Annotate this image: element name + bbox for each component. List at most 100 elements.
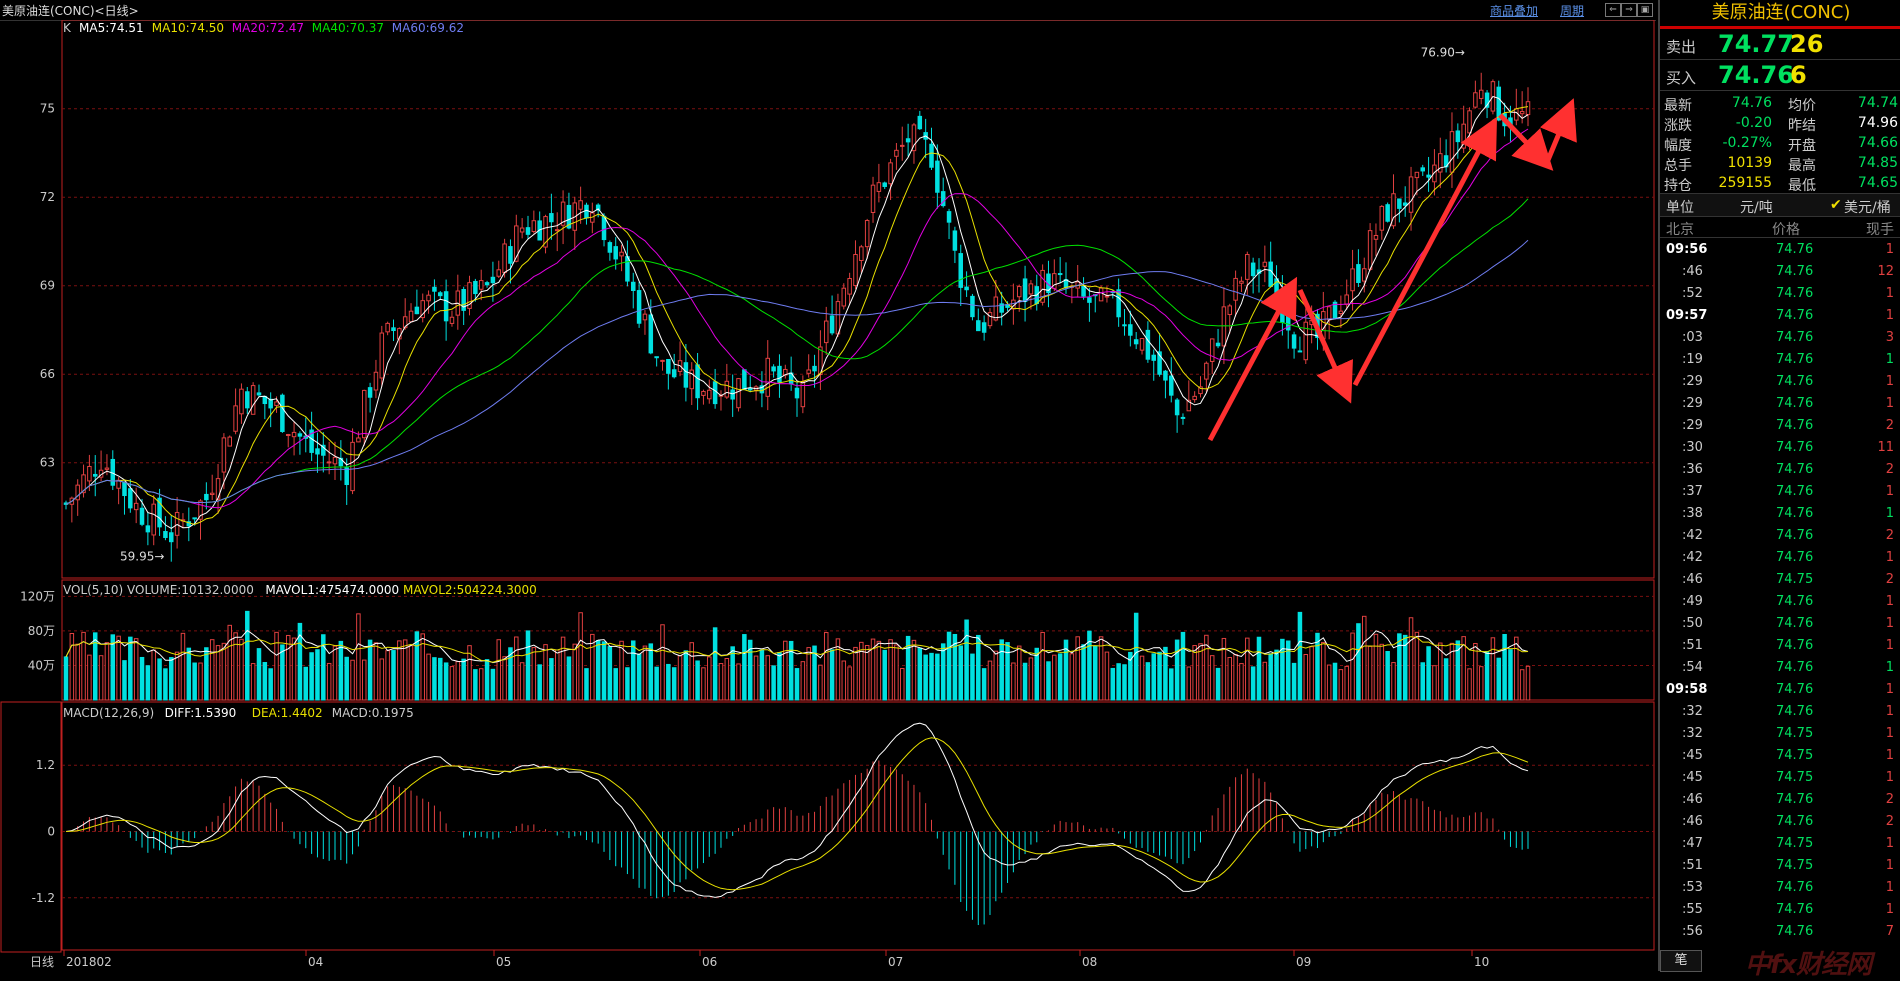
- candle-body: [806, 369, 811, 374]
- unit-row: 单位 元/吨 ✔ 美元/桶: [1660, 194, 1900, 217]
- tick-time: :38: [1682, 506, 1703, 521]
- stat-label: 最新: [1664, 98, 1692, 114]
- candle-body: [426, 294, 431, 302]
- macd-tick-label: 1.2: [36, 758, 55, 772]
- volume-bar: [712, 627, 718, 701]
- tick-row: :56 74.76 7: [1660, 920, 1900, 942]
- ma-line: [65, 106, 1529, 525]
- scroll-right-button[interactable]: ⇒: [1621, 3, 1637, 17]
- volume-bar: [75, 643, 80, 701]
- overlay-commodity-link[interactable]: 商品叠加: [1490, 2, 1538, 19]
- ma-line: [65, 198, 1529, 505]
- stat-value: 74.74: [1857, 95, 1898, 111]
- volume-bar: [280, 644, 285, 701]
- candle-body: [1057, 273, 1063, 276]
- tick-row: :46 74.76 12: [1660, 260, 1900, 282]
- sell-volume: 26: [1790, 30, 1824, 58]
- tick-volume: 1: [1885, 638, 1894, 653]
- tick-volume: 2: [1885, 572, 1894, 587]
- candle-body: [707, 389, 712, 400]
- tick-time: 09:58: [1666, 682, 1708, 697]
- volume-bar: [999, 639, 1004, 701]
- tick-price: 74.76: [1776, 550, 1814, 565]
- volume-bar: [1274, 649, 1279, 701]
- stat-label: 幅度: [1664, 138, 1692, 154]
- volume-bar: [186, 647, 192, 701]
- candle-body: [233, 405, 238, 432]
- volume-bar: [987, 660, 993, 701]
- candle-body: [285, 434, 291, 437]
- tick-time: :32: [1682, 726, 1703, 741]
- candle-body: [976, 320, 981, 332]
- candle-body: [1420, 167, 1425, 172]
- volume-bar: [1145, 662, 1151, 701]
- tick-volume: 1: [1885, 748, 1894, 763]
- stat-value: -0.27%: [1722, 135, 1772, 151]
- tick-time: :42: [1682, 550, 1703, 565]
- candle-body: [291, 431, 297, 438]
- window-toggle-button[interactable]: ▣: [1637, 3, 1653, 17]
- volume-bar: [367, 639, 373, 701]
- volume-bar: [373, 642, 379, 701]
- volume-bar: [940, 643, 946, 701]
- candle-body: [847, 278, 852, 295]
- volume-bar: [613, 668, 618, 701]
- volume-tick-label: 80万: [28, 624, 55, 638]
- tab-trades[interactable]: 笔: [1660, 950, 1702, 972]
- tick-volume: 1: [1885, 242, 1894, 257]
- scroll-left-button[interactable]: ⇐: [1605, 3, 1621, 17]
- candle-body: [508, 246, 513, 264]
- tick-volume: 3: [1885, 330, 1894, 345]
- candle-body: [870, 184, 876, 213]
- kline-chart[interactable]: 75 72 69 66 63 120万 80万 40万 1.2 0 -1.2 K MA5:74.51 MA…: [0, 20, 1656, 971]
- period-link[interactable]: 周期: [1560, 2, 1584, 19]
- tick-row: 09:58 74.76 1: [1660, 678, 1900, 700]
- volume-bar: [151, 649, 156, 701]
- volume-bar: [1022, 662, 1028, 701]
- tick-volume: 2: [1885, 792, 1894, 807]
- volume-bar: [1227, 657, 1233, 701]
- volume-bar: [1379, 643, 1385, 701]
- tick-time: :46: [1682, 814, 1703, 829]
- candle-body: [1192, 395, 1197, 401]
- tick-price: 74.75: [1776, 836, 1814, 851]
- candle-body: [274, 401, 279, 406]
- volume-bar: [133, 638, 139, 701]
- volume-bar: [554, 649, 560, 701]
- volume-bar: [829, 649, 835, 701]
- stat-value: -0.20: [1735, 115, 1772, 131]
- candle-body: [1373, 235, 1379, 240]
- tick-volume: 1: [1885, 396, 1894, 411]
- candle-body: [794, 387, 800, 399]
- tick-price: 74.76: [1776, 528, 1814, 543]
- candle-body: [332, 456, 338, 465]
- tick-time: :42: [1682, 528, 1703, 543]
- candle-body: [724, 380, 730, 398]
- unit-alt[interactable]: 美元/桶: [1844, 197, 1891, 217]
- volume-bar: [344, 656, 349, 701]
- volume-bar: [1239, 663, 1244, 701]
- candle-body: [245, 391, 250, 409]
- volume-bar: [163, 668, 168, 701]
- volume-bar: [1209, 655, 1215, 701]
- tick-price: 74.76: [1776, 902, 1814, 917]
- tick-volume: 1: [1885, 770, 1894, 785]
- candle-body: [952, 230, 958, 251]
- candle-body: [1104, 295, 1110, 298]
- tick-row: :42 74.76 1: [1660, 546, 1900, 568]
- volume-bar: [560, 636, 566, 701]
- candle-body: [502, 243, 507, 274]
- volume-bar: [765, 655, 771, 701]
- tick-volume: 2: [1885, 814, 1894, 829]
- tick-row: 09:57 74.76 1: [1660, 304, 1900, 326]
- low-label: 59.95→: [120, 550, 164, 564]
- tick-price: 74.75: [1776, 726, 1814, 741]
- price-tick-label: 75: [40, 102, 55, 116]
- tick-row: :37 74.76 1: [1660, 480, 1900, 502]
- candle-body: [1326, 306, 1332, 321]
- candle-body: [859, 246, 864, 262]
- candle-body: [964, 286, 969, 291]
- candle-body: [473, 280, 478, 295]
- volume-bar: [315, 649, 320, 701]
- unit-value[interactable]: 元/吨: [1740, 197, 1773, 217]
